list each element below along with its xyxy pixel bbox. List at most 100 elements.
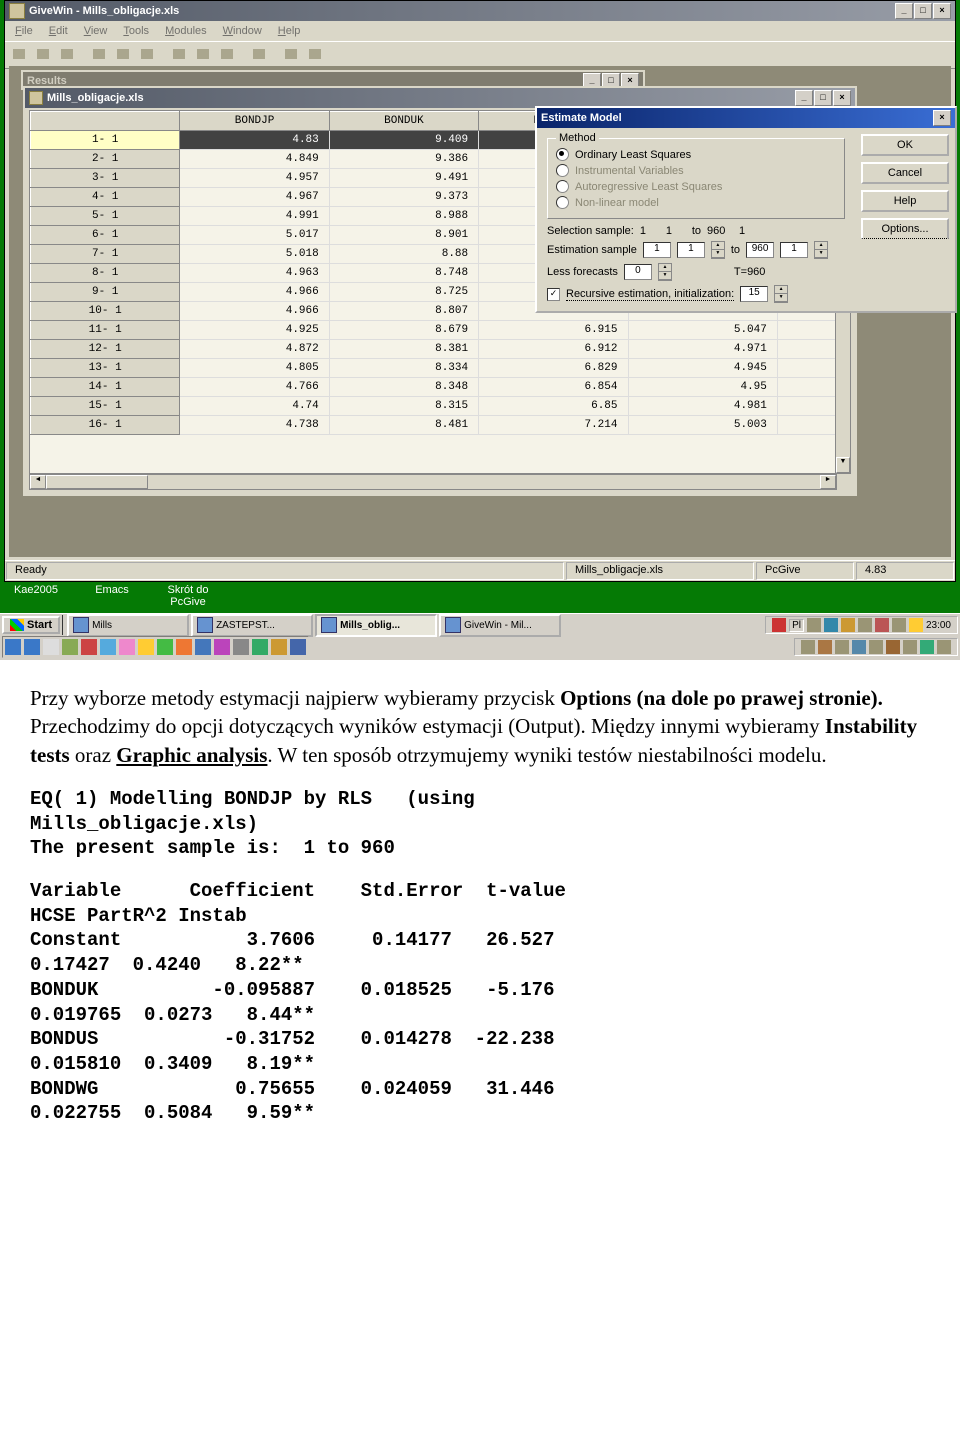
tray2-icon[interactable]: [835, 640, 849, 654]
est-from-input[interactable]: 1: [643, 242, 671, 258]
tray2-icon[interactable]: [801, 640, 815, 654]
cell[interactable]: 4.991: [180, 207, 329, 226]
cell[interactable]: 9.386: [329, 150, 478, 169]
toolbar-paste-icon[interactable]: [137, 45, 159, 65]
close-button[interactable]: ×: [933, 3, 951, 19]
ql-icon[interactable]: [118, 638, 136, 656]
tray2-icon[interactable]: [852, 640, 866, 654]
ql-icon[interactable]: [175, 638, 193, 656]
cell[interactable]: 8.988: [329, 207, 478, 226]
app-titlebar[interactable]: GiveWin - Mills_obligacje.xls _ □ ×: [5, 1, 955, 21]
menu-edit[interactable]: Edit: [43, 25, 74, 37]
desktop-icon-emacs[interactable]: Emacs: [84, 584, 140, 608]
table-row[interactable]: 16- 14.7388.4817.2145.003: [31, 416, 836, 435]
dialog-close-button[interactable]: ×: [933, 110, 951, 126]
col-header[interactable]: [31, 112, 180, 131]
ql-icon[interactable]: [137, 638, 155, 656]
row-header[interactable]: 2- 1: [31, 150, 180, 169]
tray-pl[interactable]: Pl: [789, 619, 804, 632]
menu-window[interactable]: Window: [217, 25, 268, 37]
table-row[interactable]: 12- 14.8728.3816.9124.971: [31, 340, 836, 359]
row-header[interactable]: 16- 1: [31, 416, 180, 435]
cell[interactable]: [777, 397, 835, 416]
scroll-right-icon[interactable]: ►: [820, 475, 836, 489]
cell[interactable]: 8.381: [329, 340, 478, 359]
row-header[interactable]: 1- 1: [31, 131, 180, 150]
cell[interactable]: 5.047: [628, 321, 777, 340]
cell[interactable]: 8.679: [329, 321, 478, 340]
desktop-icon-pcgive[interactable]: Skrót do PcGive: [160, 584, 216, 608]
row-header[interactable]: 7- 1: [31, 245, 180, 264]
cell[interactable]: 8.334: [329, 359, 478, 378]
cell[interactable]: 9.373: [329, 188, 478, 207]
cell[interactable]: 4.766: [180, 378, 329, 397]
ql-icon[interactable]: [156, 638, 174, 656]
row-header[interactable]: 4- 1: [31, 188, 180, 207]
recursive-input[interactable]: 15: [740, 286, 768, 302]
tray-icon[interactable]: [772, 618, 786, 632]
cell[interactable]: 8.481: [329, 416, 478, 435]
toolbar-copy-icon[interactable]: [113, 45, 135, 65]
col-header[interactable]: BONDUK: [329, 112, 478, 131]
cell[interactable]: 6.912: [479, 340, 628, 359]
method-radio[interactable]: Ordinary Least Squares: [556, 148, 836, 161]
table-row[interactable]: 11- 14.9258.6796.9155.047: [31, 321, 836, 340]
taskbar-task[interactable]: ZASTEPST...: [191, 614, 313, 637]
menu-view[interactable]: View: [78, 25, 114, 37]
cell[interactable]: 4.805: [180, 359, 329, 378]
cell[interactable]: [777, 340, 835, 359]
cell[interactable]: 9.409: [329, 131, 478, 150]
cell[interactable]: 6.854: [479, 378, 628, 397]
est-mid-spinner[interactable]: ▲▼: [711, 241, 725, 259]
minimize-button[interactable]: _: [895, 3, 913, 19]
cell[interactable]: 5.003: [628, 416, 777, 435]
tray-icon[interactable]: [824, 618, 838, 632]
cell[interactable]: 8.901: [329, 226, 478, 245]
toolbar-abc-icon[interactable]: [217, 45, 239, 65]
cell[interactable]: 4.83: [180, 131, 329, 150]
cancel-button[interactable]: Cancel: [861, 162, 949, 184]
recursive-spinner[interactable]: ▲▼: [774, 285, 788, 303]
tray2-icon[interactable]: [937, 640, 951, 654]
cell[interactable]: 8.725: [329, 283, 478, 302]
ql-ie-icon[interactable]: [4, 638, 22, 656]
hscroll-thumb[interactable]: [46, 475, 148, 489]
cell[interactable]: 4.872: [180, 340, 329, 359]
taskbar-task[interactable]: Mills_oblig...: [315, 614, 437, 637]
cell[interactable]: 4.971: [628, 340, 777, 359]
tray-speaker-icon[interactable]: [909, 618, 923, 632]
cell[interactable]: [777, 378, 835, 397]
cell[interactable]: 4.925: [180, 321, 329, 340]
options-button[interactable]: Options...: [861, 218, 949, 239]
data-max-button[interactable]: □: [814, 90, 832, 106]
ok-button[interactable]: OK: [861, 134, 949, 156]
start-button[interactable]: Start: [2, 616, 60, 634]
cell[interactable]: 4.95: [628, 378, 777, 397]
ql-icon[interactable]: [232, 638, 250, 656]
cell[interactable]: 5.017: [180, 226, 329, 245]
tray-icon[interactable]: [858, 618, 872, 632]
ql-oe-icon[interactable]: [23, 638, 41, 656]
cell[interactable]: 8.315: [329, 397, 478, 416]
toolbar-whatsthis-icon[interactable]: [305, 45, 327, 65]
table-row[interactable]: 15- 14.748.3156.854.981: [31, 397, 836, 416]
row-header[interactable]: 12- 1: [31, 340, 180, 359]
cell[interactable]: 8.748: [329, 264, 478, 283]
toolbar-module-icon[interactable]: [249, 45, 271, 65]
row-header[interactable]: 14- 1: [31, 378, 180, 397]
desktop-icon-kae2005[interactable]: Kae2005: [8, 584, 64, 608]
cell[interactable]: 6.829: [479, 359, 628, 378]
col-header[interactable]: BONDJP: [180, 112, 329, 131]
row-header[interactable]: 6- 1: [31, 226, 180, 245]
cell[interactable]: [777, 321, 835, 340]
scroll-down-icon[interactable]: ▼: [836, 457, 850, 473]
tray-icon[interactable]: [892, 618, 906, 632]
row-header[interactable]: 5- 1: [31, 207, 180, 226]
row-header[interactable]: 13- 1: [31, 359, 180, 378]
table-row[interactable]: 14- 14.7668.3486.8544.95: [31, 378, 836, 397]
ql-icon[interactable]: [213, 638, 231, 656]
less-forecasts-input[interactable]: 0: [624, 264, 652, 280]
system-tray[interactable]: Pl 23:00: [765, 616, 958, 634]
est-end-input[interactable]: 1: [780, 242, 808, 258]
toolbar-calc-icon[interactable]: [169, 45, 191, 65]
